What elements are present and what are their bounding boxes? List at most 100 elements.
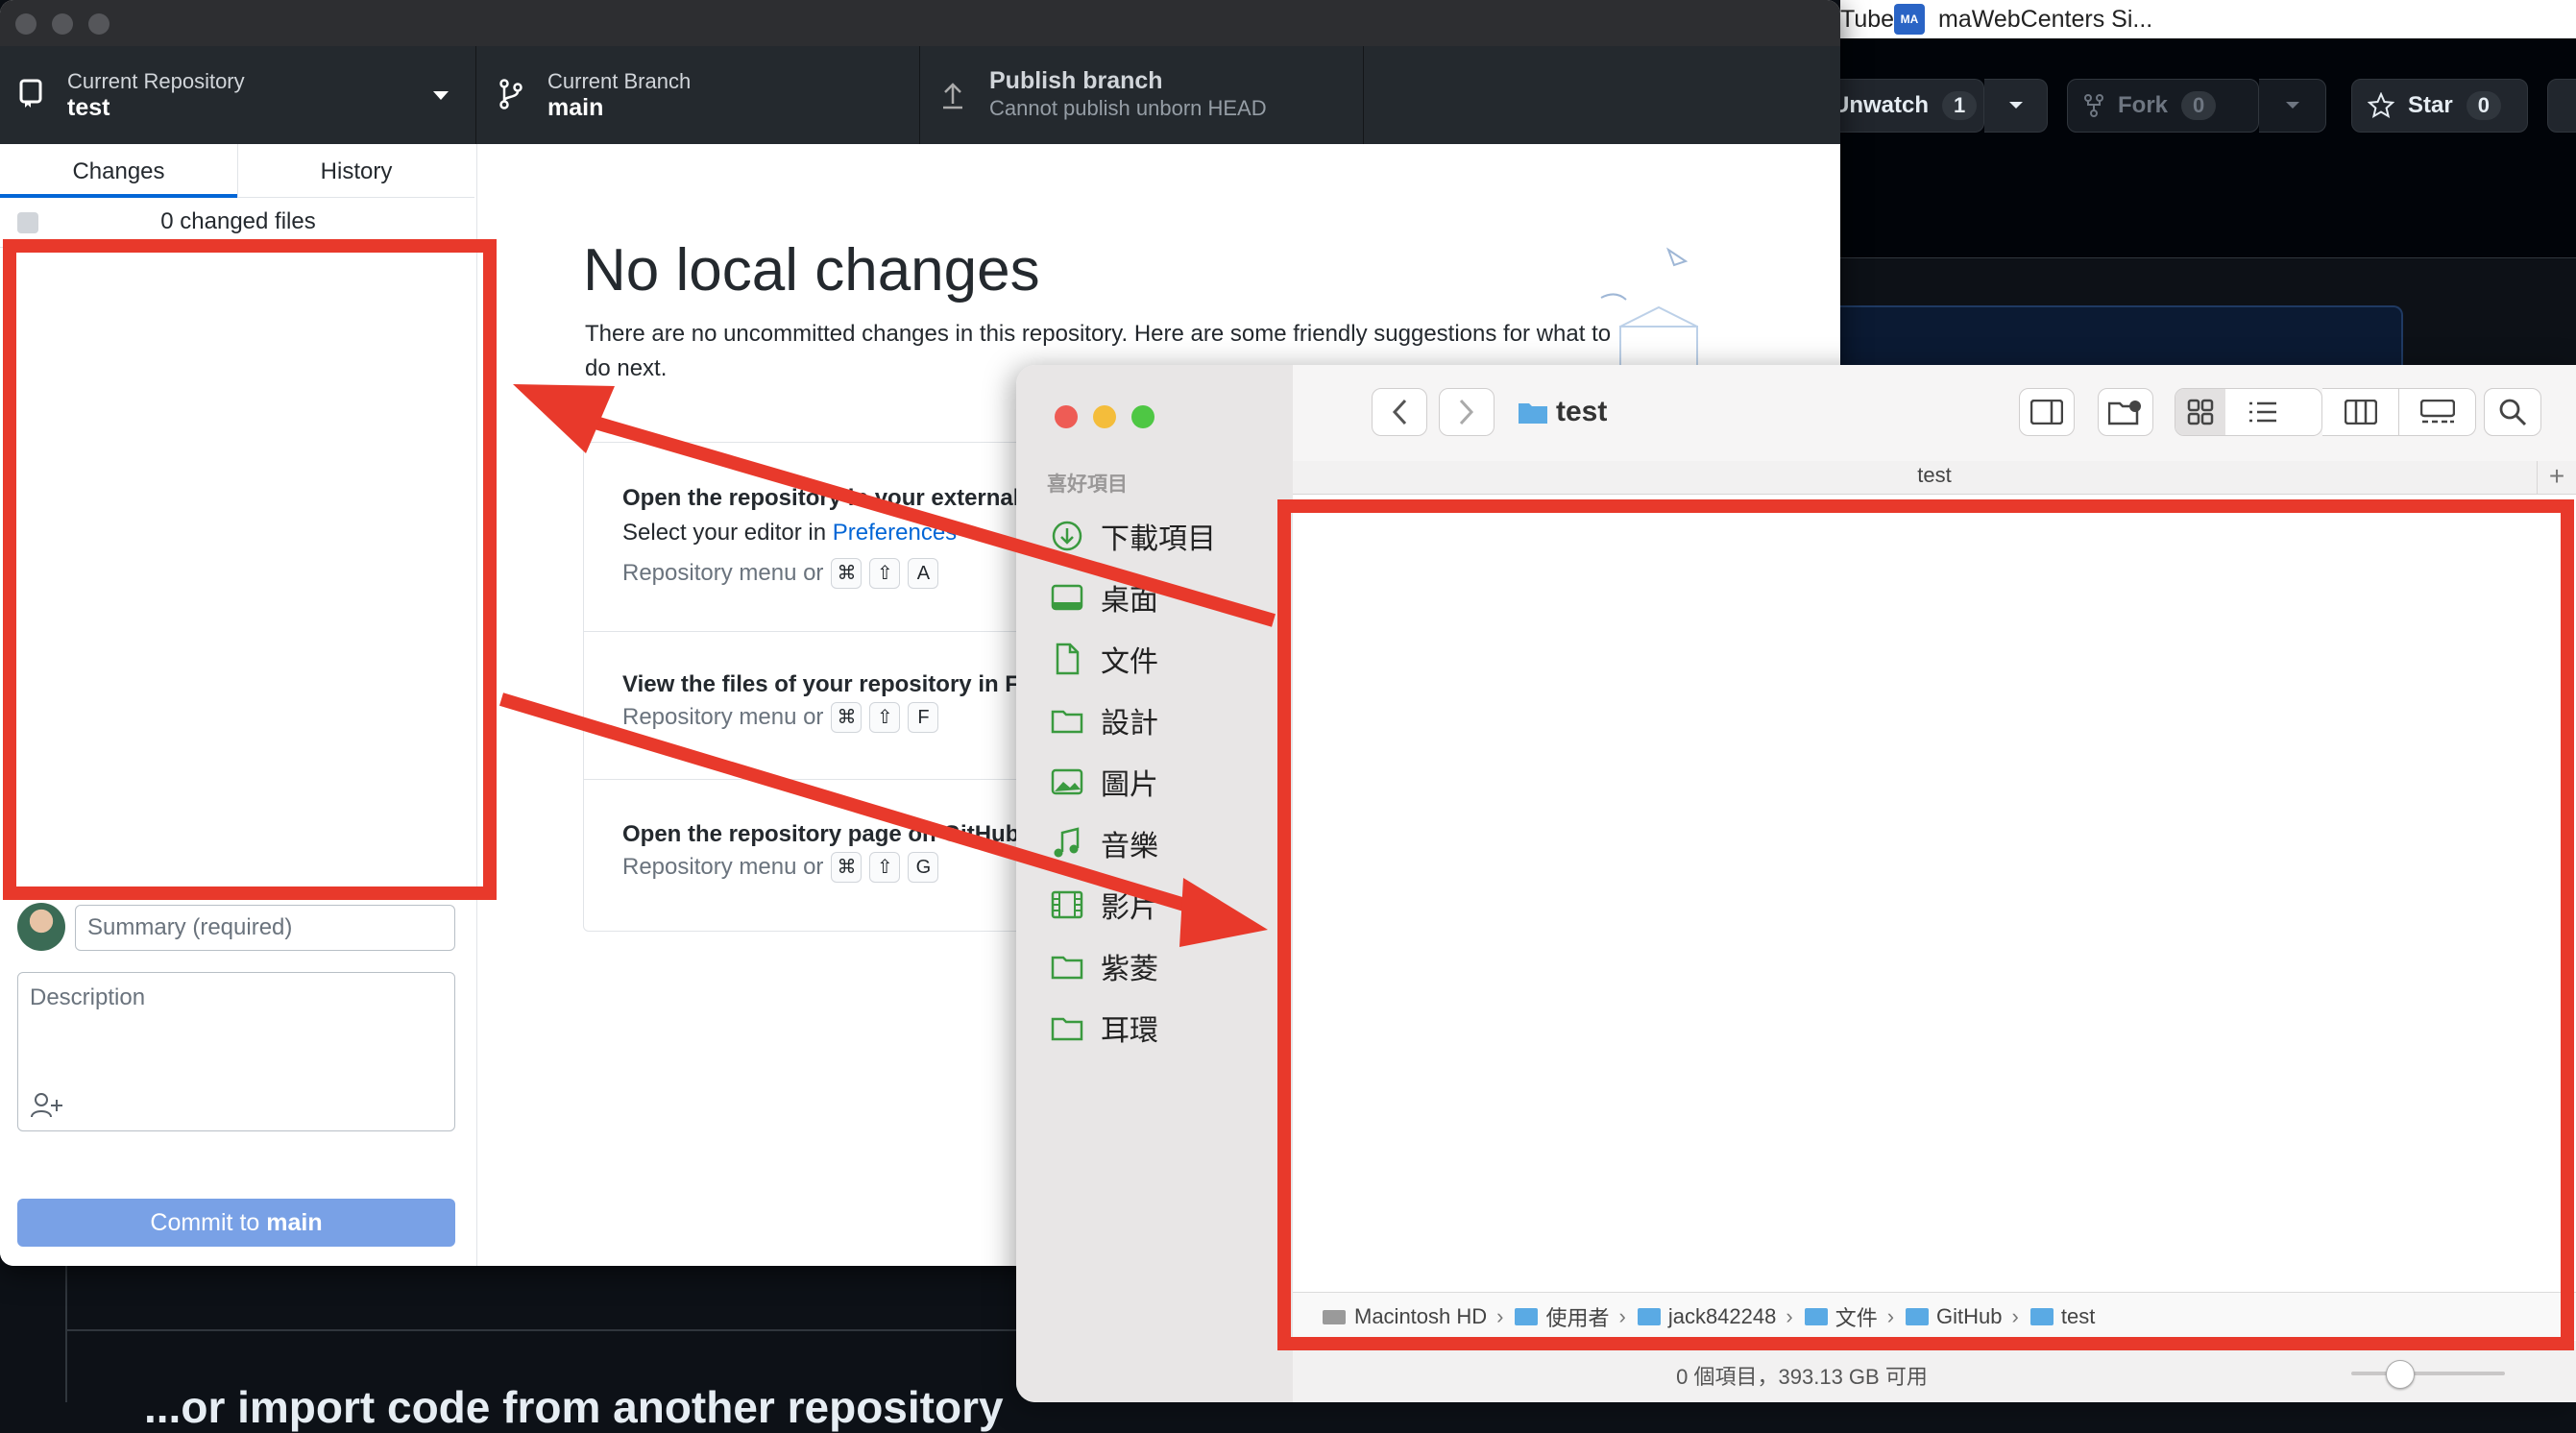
music-icon xyxy=(1054,827,1080,858)
card3-hint: Repository menu or ⌘ ⇧ G xyxy=(622,852,939,883)
card3-hint-text: Repository menu or xyxy=(622,854,824,880)
minimize-window-button[interactable] xyxy=(1093,405,1116,428)
add-coauthor-icon[interactable] xyxy=(30,1092,62,1119)
card1-hint: Repository menu or ⌘ ⇧ A xyxy=(622,558,939,589)
avatar xyxy=(17,903,65,951)
favorites-header: 喜好項目 xyxy=(1047,474,1128,496)
column-view-button[interactable] xyxy=(2322,388,2399,436)
sidebar-item-purple[interactable]: 紫菱 xyxy=(1051,945,1158,987)
path-label: test xyxy=(2060,1303,2096,1328)
gallery-icon xyxy=(2419,400,2455,424)
publish-branch-button[interactable]: Publish branch Cannot publish unborn HEA… xyxy=(920,46,1364,144)
search-button[interactable] xyxy=(2484,388,2541,436)
finder-window: 喜好項目 下載項目 桌面 文件 設計 圖片 音樂 影片 紫菱 耳環 test t… xyxy=(1016,365,2576,1402)
path-segment-macintosh-hd[interactable]: Macintosh HD › xyxy=(1322,1304,1503,1329)
desktop-toolbar: Current Repository test Current Branch m… xyxy=(0,46,1840,144)
cmd-key: ⌘ xyxy=(831,702,863,733)
a-key: A xyxy=(908,558,939,589)
status-text: 0 個項目，393.13 GB 可用 xyxy=(1676,1365,1928,1389)
new-tab-button[interactable]: + xyxy=(2537,461,2576,494)
icon-size-slider[interactable] xyxy=(2351,1372,2505,1375)
sidebar-item-label: 紫菱 xyxy=(1101,954,1158,985)
finder-tab-bar: test + xyxy=(1293,461,2576,495)
path-segment-test[interactable]: test xyxy=(2029,1303,2096,1329)
changed-files-header: 0 changed files xyxy=(0,199,476,248)
finder-window-title: test xyxy=(1518,396,1607,428)
bookmark-mawebcenters[interactable]: maWebCenters Si... xyxy=(1938,6,2152,34)
star-dropdown[interactable] xyxy=(2547,79,2576,133)
fork-dropdown[interactable] xyxy=(2259,79,2326,133)
bookmark-youtube[interactable]: Tube xyxy=(1840,6,1894,34)
folder-icon xyxy=(1051,710,1083,734)
tab-history[interactable]: History xyxy=(237,144,474,198)
fork-button[interactable]: Fork 0 xyxy=(2067,79,2259,133)
close-window-button[interactable] xyxy=(1055,405,1078,428)
list-view-button[interactable] xyxy=(2225,389,2300,435)
sidebar-item-earrings[interactable]: 耳環 xyxy=(1051,1007,1158,1049)
path-segment-users[interactable]: 使用者 › xyxy=(1515,1301,1626,1332)
sidebar-item-label: 耳環 xyxy=(1101,1015,1158,1047)
current-repository-button[interactable]: Current Repository test xyxy=(0,46,476,144)
shift-key: ⇧ xyxy=(869,702,901,733)
publish-sub: Cannot publish unborn HEAD xyxy=(989,96,1267,120)
star-label: Star xyxy=(2408,92,2453,118)
back-button[interactable] xyxy=(1372,388,1427,436)
preferences-link[interactable]: Preferences xyxy=(833,520,957,546)
changed-files-count: 0 changed files xyxy=(160,208,316,234)
caret-down-icon xyxy=(2285,102,2299,109)
slider-knob[interactable] xyxy=(2386,1360,2415,1389)
current-branch-button[interactable]: Current Branch main xyxy=(476,46,920,144)
description-placeholder: Description xyxy=(30,984,146,1010)
path-segment-home[interactable]: jack842248 › xyxy=(1637,1304,1793,1329)
forward-button[interactable] xyxy=(1439,388,1495,436)
path-segment-documents[interactable]: 文件 › xyxy=(1804,1301,1894,1332)
path-segment-github[interactable]: GitHub › xyxy=(1906,1304,2019,1329)
commit-button[interactable]: Commit to main xyxy=(17,1199,455,1247)
new-folder-button[interactable] xyxy=(2098,388,2153,436)
chevron-down-icon xyxy=(433,91,449,100)
sidebar-item-label: 影片 xyxy=(1101,892,1158,924)
gallery-view-button[interactable] xyxy=(2399,388,2476,436)
desktop-icon xyxy=(1051,584,1083,611)
commit-prefix: Commit to xyxy=(150,1209,267,1236)
sidebar-item-pictures[interactable]: 圖片 xyxy=(1051,761,1158,803)
summary-input[interactable]: Summary (required) xyxy=(75,905,455,951)
disk-icon xyxy=(1323,1309,1346,1324)
sidebar-item-movies[interactable]: 影片 xyxy=(1051,884,1158,926)
sidebar-item-label: 文件 xyxy=(1101,646,1158,678)
sidebar-toggle-button[interactable] xyxy=(2019,388,2075,436)
close-window-button[interactable] xyxy=(15,13,36,35)
sidebar-item-desktop[interactable]: 桌面 xyxy=(1051,576,1158,619)
upload-icon xyxy=(943,83,962,109)
sidebar-item-music[interactable]: 音樂 xyxy=(1051,822,1158,864)
fork-count: 0 xyxy=(2181,91,2217,120)
divider xyxy=(65,1266,67,1402)
fork-icon xyxy=(2084,94,2103,117)
finder-tab[interactable]: test xyxy=(1293,463,2576,488)
unwatch-dropdown[interactable] xyxy=(1984,79,2048,133)
grid-icon xyxy=(2187,399,2214,425)
new-folder-icon xyxy=(2108,401,2141,425)
sidebar-item-downloads[interactable]: 下載項目 xyxy=(1051,515,1216,557)
search-icon xyxy=(2499,399,2527,426)
zoom-window-button[interactable] xyxy=(88,13,109,35)
unwatch-button[interactable]: Unwatch 1 xyxy=(1821,79,1984,133)
divider xyxy=(65,1329,1057,1331)
minimize-window-button[interactable] xyxy=(52,13,73,35)
import-heading: ...or import code from another repositor… xyxy=(144,1382,1004,1432)
page-title: No local changes xyxy=(583,237,1040,304)
g-key: G xyxy=(908,852,939,883)
sidebar-item-documents[interactable]: 文件 xyxy=(1051,638,1158,680)
description-input[interactable]: Description xyxy=(17,972,455,1131)
path-bar: Macintosh HD › 使用者 › jack842248 › 文件 › GitHu… xyxy=(1293,1292,2576,1340)
star-icon xyxy=(2368,92,2394,119)
star-button[interactable]: Star 0 xyxy=(2351,79,2528,133)
zoom-window-button[interactable] xyxy=(1131,405,1154,428)
sidebar-icon xyxy=(2030,400,2063,425)
sidebar-item-design[interactable]: 設計 xyxy=(1051,699,1158,741)
list-icon xyxy=(2249,401,2276,423)
icon-view-button[interactable] xyxy=(2175,389,2225,435)
finder-file-area[interactable] xyxy=(1293,495,2576,1292)
tab-changes[interactable]: Changes xyxy=(0,144,237,198)
caret-down-icon xyxy=(2008,102,2023,109)
